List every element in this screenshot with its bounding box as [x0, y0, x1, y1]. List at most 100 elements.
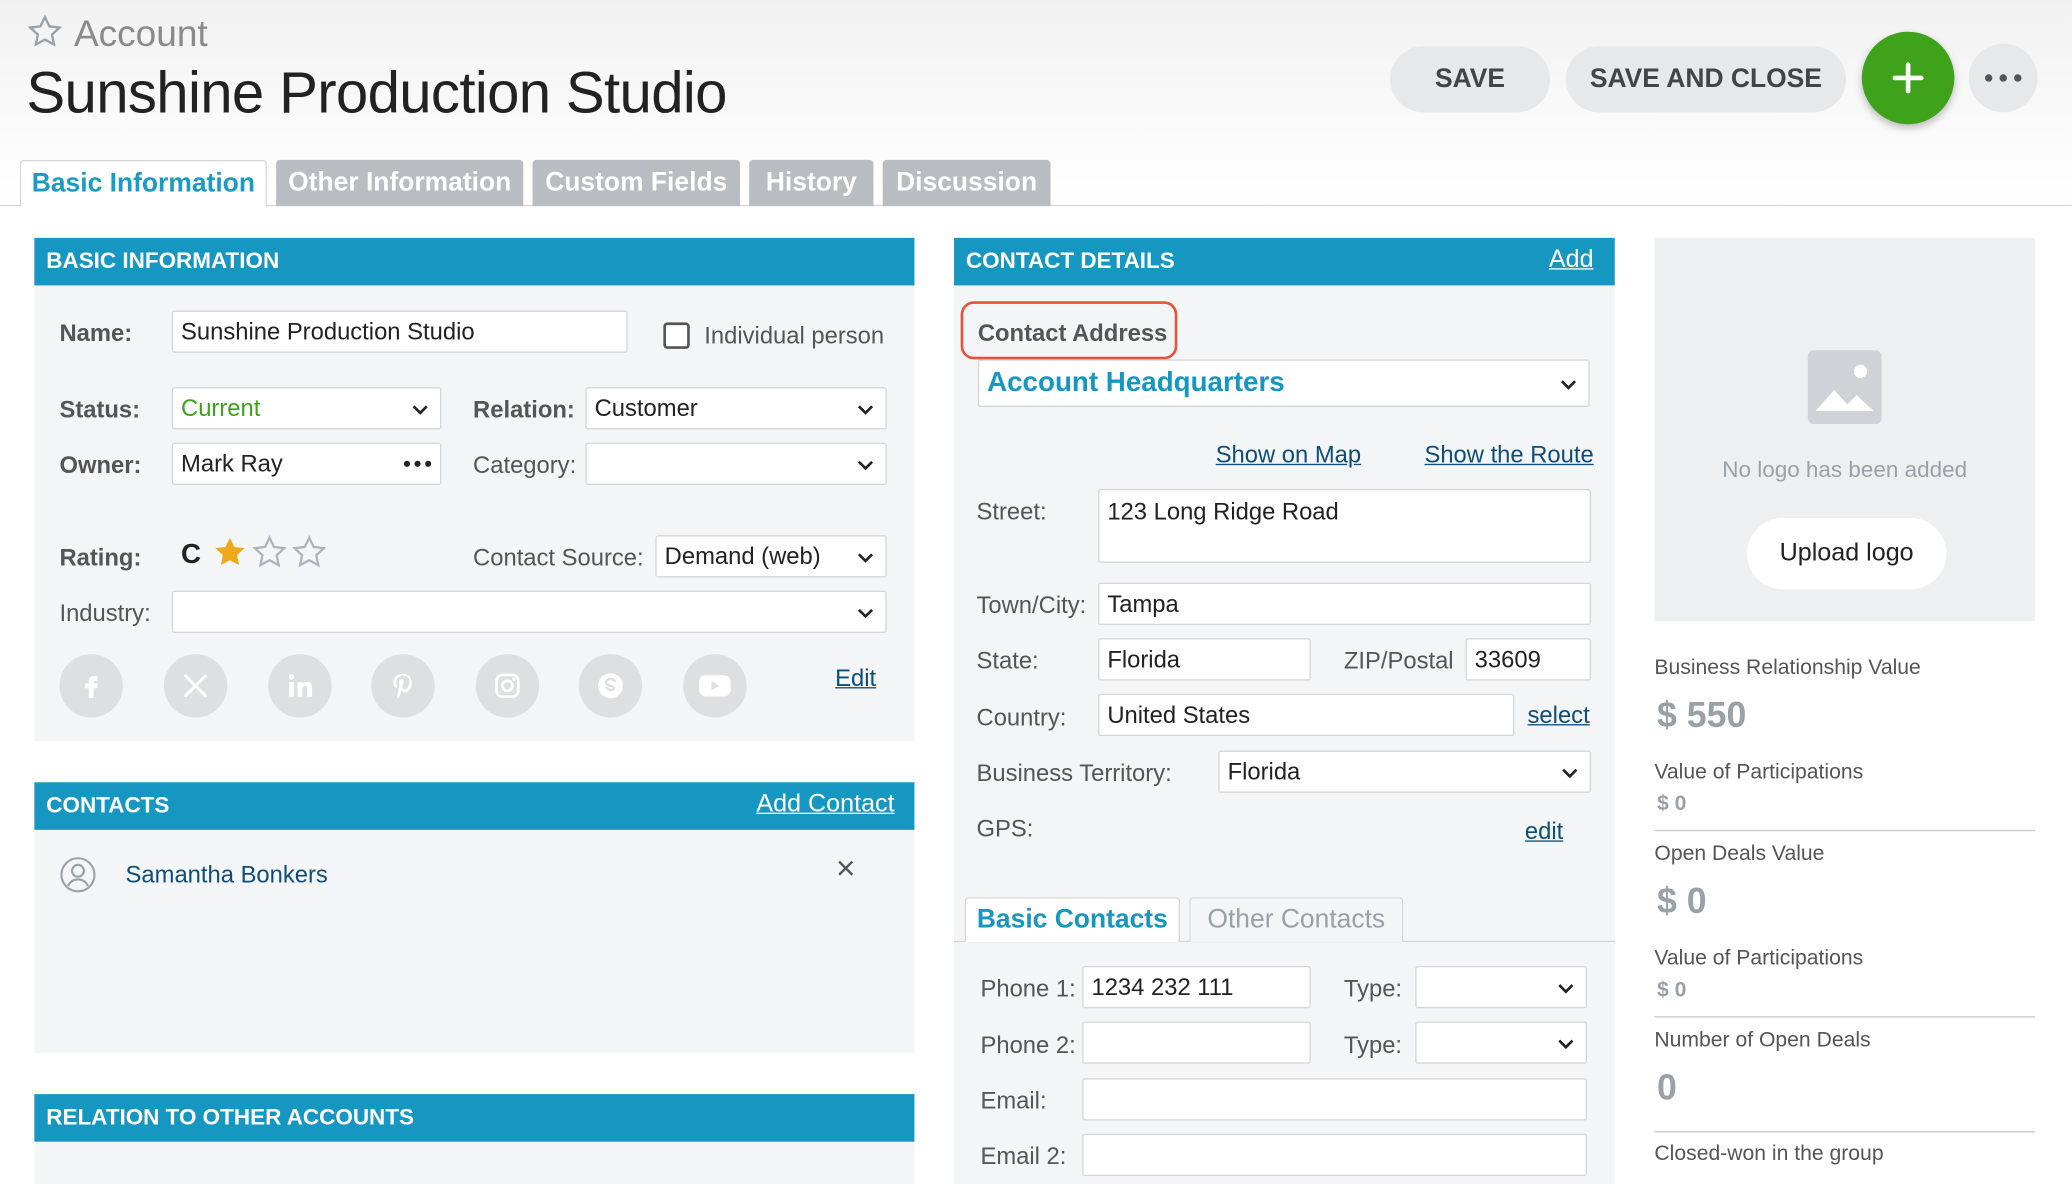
- phone1-value: 1234 232 111: [1091, 973, 1234, 1000]
- status-value: Current: [181, 394, 261, 421]
- account-edit-page: Account Sunshine Production Studio SAVE …: [0, 0, 2072, 1184]
- add-button[interactable]: [1861, 31, 1955, 125]
- vop1-value: $ 0: [1657, 792, 1687, 816]
- relation-label: Relation:: [473, 396, 575, 423]
- individual-person-checkbox[interactable]: [663, 322, 690, 349]
- linkedin-icon: [288, 674, 313, 697]
- relation-heading: RELATION TO OTHER ACCOUNTS: [34, 1094, 915, 1142]
- gps-edit-link[interactable]: edit: [1525, 818, 1563, 846]
- chevron-down-icon: [857, 553, 874, 563]
- contacts-heading: CONTACTS: [46, 792, 170, 818]
- name-input[interactable]: Sunshine Production Studio: [171, 310, 628, 353]
- email-input[interactable]: [1082, 1078, 1588, 1121]
- instagram-button[interactable]: [475, 654, 540, 718]
- vop1-label: Value of Participations: [1654, 761, 1864, 784]
- x-button[interactable]: [163, 654, 228, 718]
- address-select[interactable]: Account Headquarters: [977, 359, 1590, 407]
- town-value: Tampa: [1107, 590, 1179, 617]
- contact-name-link[interactable]: Samantha Bonkers: [126, 862, 328, 890]
- territory-select[interactable]: Florida: [1218, 750, 1591, 793]
- owner-input[interactable]: Mark Ray: [171, 442, 442, 485]
- phone1-input[interactable]: 1234 232 111: [1082, 965, 1311, 1009]
- vop2-value: $ 0: [1657, 979, 1687, 1002]
- save-button[interactable]: SAVE: [1390, 46, 1551, 113]
- gps-label: GPS:: [976, 815, 1034, 842]
- facebook-button[interactable]: [59, 654, 123, 718]
- country-label: Country:: [976, 704, 1067, 731]
- select-country-link[interactable]: select: [1528, 702, 1590, 730]
- page-title: Sunshine Production Studio: [26, 60, 727, 126]
- owner-label: Owner:: [59, 451, 142, 479]
- state-value: Florida: [1107, 645, 1181, 672]
- skype-button[interactable]: [578, 654, 643, 718]
- status-select[interactable]: Current: [171, 387, 442, 430]
- zip-input[interactable]: 33609: [1465, 638, 1591, 681]
- tab-other-information[interactable]: Other Information: [276, 159, 524, 207]
- rating-star-empty-icon[interactable]: [291, 534, 328, 571]
- email2-input[interactable]: [1082, 1133, 1588, 1177]
- subtab-basic-contacts[interactable]: Basic Contacts: [964, 897, 1181, 943]
- rating-star-filled-icon[interactable]: [211, 534, 248, 571]
- chevron-down-icon: [1560, 380, 1577, 390]
- tab-bar: Basic Information Other Information Cust…: [0, 159, 2072, 208]
- pinterest-button[interactable]: [371, 654, 435, 718]
- phone1-type-select[interactable]: [1415, 965, 1588, 1009]
- tab-custom-fields[interactable]: Custom Fields: [532, 159, 740, 207]
- relation-select[interactable]: Customer: [585, 387, 887, 430]
- upload-logo-button[interactable]: Upload logo: [1746, 517, 1947, 590]
- tab-discussion[interactable]: Discussion: [882, 159, 1051, 207]
- plus-icon: [1892, 62, 1924, 94]
- show-route-link[interactable]: Show the Route: [1424, 441, 1593, 469]
- user-avatar-icon: [60, 857, 96, 893]
- more-options-button[interactable]: [1968, 43, 2038, 113]
- ellipsis-icon: [1985, 74, 2022, 82]
- state-input[interactable]: Florida: [1098, 638, 1311, 681]
- subtab-other-contacts[interactable]: Other Contacts: [1189, 897, 1404, 943]
- rating-label: Rating:: [59, 544, 142, 571]
- street-input[interactable]: 123 Long Ridge Road: [1098, 488, 1591, 563]
- nod-value: 0: [1657, 1067, 1677, 1108]
- territory-value: Florida: [1227, 757, 1301, 785]
- no-logo-text: No logo has been added: [1722, 457, 1968, 483]
- type-label: Type:: [1343, 975, 1403, 1002]
- individual-person-label: Individual person: [704, 322, 885, 349]
- edit-social-link[interactable]: Edit: [835, 665, 876, 693]
- status-label: Status:: [59, 396, 141, 423]
- facebook-icon: [85, 676, 98, 698]
- brv-value: $ 550: [1657, 695, 1747, 735]
- town-label: Town/City:: [976, 591, 1087, 619]
- tab-history[interactable]: History: [749, 159, 874, 207]
- entity-type-label: Account: [73, 13, 208, 55]
- ellipsis-icon[interactable]: [403, 460, 432, 468]
- category-select[interactable]: [585, 442, 887, 485]
- chevron-down-icon: [857, 608, 874, 619]
- closed-won-label: Closed-won in the group: [1654, 1143, 1884, 1166]
- address-select-value: Account Headquarters: [987, 367, 1285, 398]
- country-input[interactable]: United States: [1098, 693, 1515, 737]
- youtube-button[interactable]: [683, 654, 747, 718]
- rating-star-empty-icon[interactable]: [251, 534, 288, 571]
- street-value: 123 Long Ridge Road: [1107, 498, 1339, 525]
- phone2-type-select[interactable]: [1415, 1021, 1588, 1064]
- relation-panel: RELATION TO OTHER ACCOUNTS: [34, 1094, 915, 1184]
- rating-grade: C: [181, 539, 202, 570]
- industry-select[interactable]: [171, 590, 887, 633]
- remove-contact-icon[interactable]: [836, 859, 854, 877]
- show-on-map-link[interactable]: Show on Map: [1216, 441, 1361, 469]
- tab-basic-information[interactable]: Basic Information: [19, 159, 267, 208]
- territory-label: Business Territory:: [976, 759, 1172, 787]
- linkedin-button[interactable]: [268, 654, 332, 718]
- save-and-close-button[interactable]: SAVE AND CLOSE: [1565, 46, 1846, 113]
- town-input[interactable]: Tampa: [1098, 582, 1591, 626]
- name-label: Name:: [59, 319, 133, 347]
- phone2-input[interactable]: [1082, 1021, 1311, 1064]
- vop2-label: Value of Participations: [1654, 947, 1864, 970]
- add-address-link[interactable]: Add: [1549, 246, 1594, 275]
- phone2-label: Phone 2:: [980, 1032, 1076, 1059]
- x-icon: [184, 674, 207, 698]
- chevron-down-icon: [1562, 768, 1578, 779]
- type-label: Type:: [1343, 1032, 1403, 1059]
- add-contact-link[interactable]: Add Contact: [756, 790, 894, 819]
- contact-source-select[interactable]: Demand (web): [655, 535, 887, 578]
- favorite-star-icon[interactable]: [26, 13, 63, 50]
